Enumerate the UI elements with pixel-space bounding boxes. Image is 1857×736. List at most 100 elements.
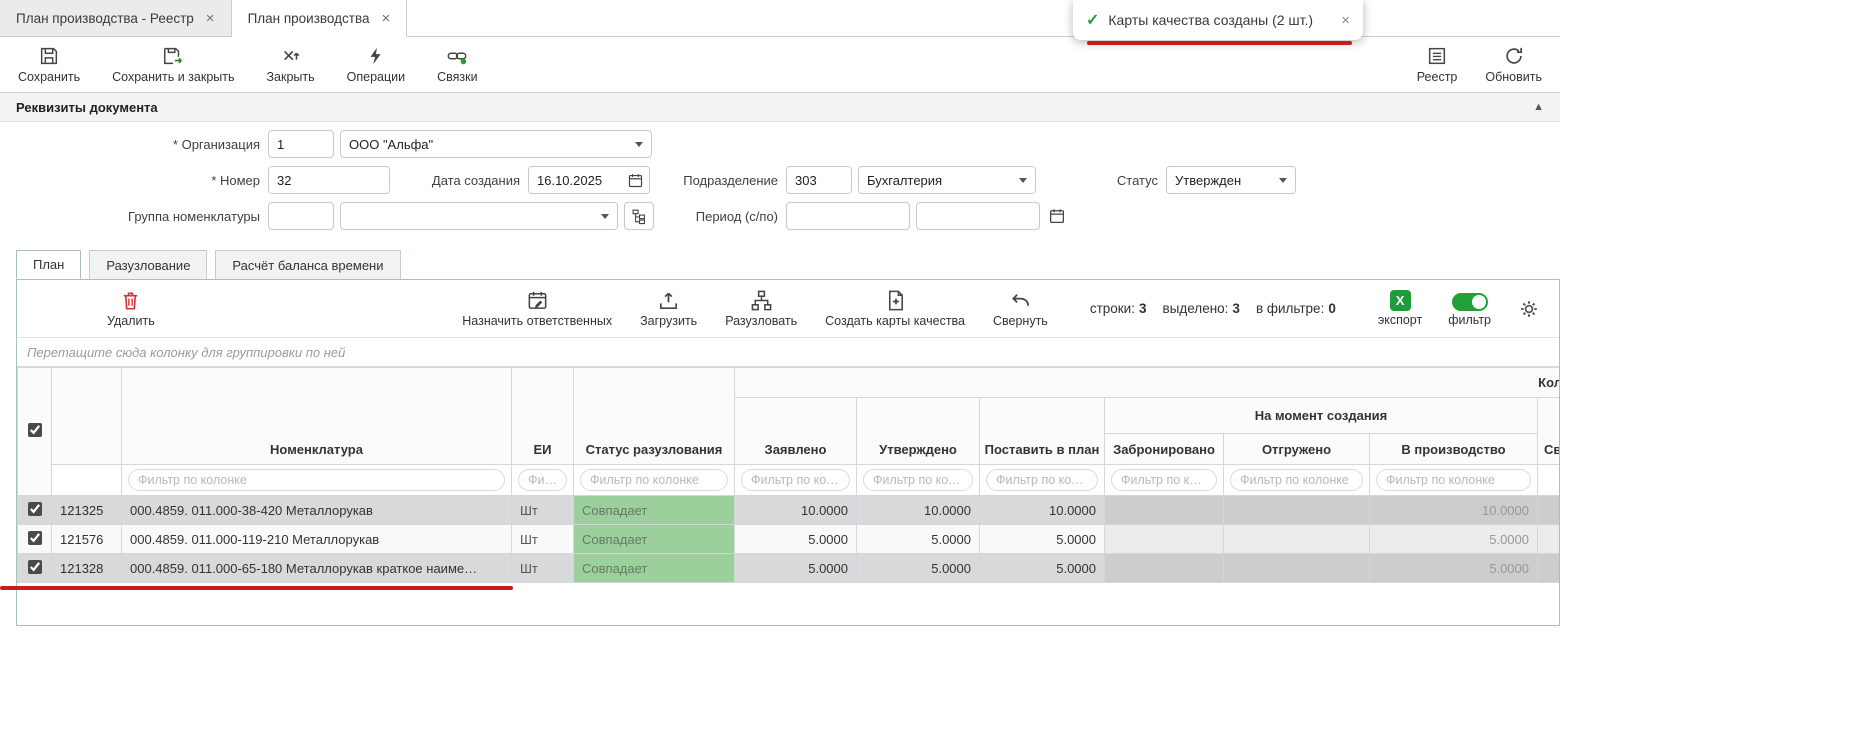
- tab-label: План производства - Реестр: [16, 11, 194, 26]
- refresh-button[interactable]: Обновить: [1485, 45, 1542, 84]
- division-code-field[interactable]: [786, 166, 852, 194]
- row-checkbox[interactable]: [28, 531, 42, 545]
- nomenclature-group-label: Группа номенклатуры: [0, 209, 268, 224]
- row-checkbox[interactable]: [28, 502, 42, 516]
- reserved-filter-input[interactable]: [1111, 469, 1217, 491]
- unit-filter-input[interactable]: [518, 469, 567, 491]
- reserved-column-header[interactable]: Забронировано: [1105, 434, 1224, 465]
- calendar-icon[interactable]: [627, 172, 644, 189]
- shipped-filter-input[interactable]: [1230, 469, 1363, 491]
- approved-filter-input[interactable]: [863, 469, 973, 491]
- table-row[interactable]: 121325 000.4859. 011.000-38-420 Металлор…: [18, 496, 1560, 525]
- chevron-down-icon: [1019, 178, 1027, 183]
- row-shipped: [1224, 496, 1370, 525]
- close-icon[interactable]: ×: [1341, 12, 1350, 29]
- explosion-status-filter-input[interactable]: [580, 469, 728, 491]
- approved-column-header[interactable]: Утверждено: [857, 398, 980, 465]
- nomenclature-column-header[interactable]: Номенклатура: [122, 368, 512, 465]
- row-cut-cell: [1538, 554, 1560, 583]
- row-to-plan: 10.0000: [980, 496, 1105, 525]
- links-button[interactable]: Связки: [437, 45, 477, 84]
- registry-button[interactable]: Реестр: [1417, 45, 1458, 84]
- in-production-column-header[interactable]: В производство: [1370, 434, 1538, 465]
- requisites-title: Реквизиты документа: [16, 100, 158, 115]
- row-reserved: [1105, 496, 1224, 525]
- operations-icon: [365, 45, 387, 67]
- collapse-chevron-icon[interactable]: ▲: [1533, 101, 1544, 113]
- tab-time-balance[interactable]: Расчёт баланса времени: [215, 250, 400, 279]
- row-checkbox[interactable]: [28, 560, 42, 574]
- create-quality-cards-label: Создать карты качества: [825, 314, 965, 328]
- organization-code-field[interactable]: [268, 130, 334, 158]
- period-calendar-button[interactable]: [1048, 207, 1066, 225]
- explosion-status-column-header[interactable]: Статус разузлования: [574, 368, 735, 465]
- row-approved: 5.0000: [857, 554, 980, 583]
- table-row[interactable]: 121328 000.4859. 011.000-65-180 Металлор…: [18, 554, 1560, 583]
- period-from-field[interactable]: [786, 202, 910, 230]
- nomenclature-group-code-field[interactable]: [268, 202, 334, 230]
- close-icon[interactable]: ×: [381, 11, 390, 26]
- row-unit: Шт: [512, 496, 574, 525]
- operations-button[interactable]: Операции: [347, 45, 405, 84]
- load-button[interactable]: Загрузить: [640, 289, 697, 328]
- organization-select[interactable]: ООО "Альфа": [340, 130, 652, 158]
- tab-plan[interactable]: План: [16, 250, 81, 279]
- grid-stats: строки:3 выделено:3 в фильтре:0: [1090, 301, 1336, 316]
- close-button[interactable]: Закрыть: [267, 45, 315, 84]
- plan-panel: Удалить Назначить ответственных Загрузит…: [16, 279, 1560, 626]
- tree-icon: [631, 208, 648, 225]
- save-and-close-button[interactable]: Сохранить и закрыть: [112, 45, 234, 84]
- close-icon[interactable]: ×: [206, 11, 215, 26]
- organization-label: * Организация: [0, 137, 268, 152]
- collapse-button[interactable]: Свернуть: [993, 289, 1048, 328]
- select-all-checkbox[interactable]: [28, 423, 42, 437]
- division-value: Бухгалтерия: [867, 173, 942, 188]
- tab-explosion[interactable]: Разузлование: [89, 250, 207, 279]
- shipped-column-header[interactable]: Отгружено: [1224, 434, 1370, 465]
- tab-plan-registry[interactable]: План производства - Реестр ×: [0, 0, 232, 37]
- unit-column-header[interactable]: ЕИ: [512, 368, 574, 465]
- selected-count: выделено:3: [1163, 301, 1240, 316]
- create-quality-cards-button[interactable]: Создать карты качества: [825, 289, 965, 328]
- nomenclature-group-select[interactable]: [340, 202, 618, 230]
- period-to-field[interactable]: [916, 202, 1040, 230]
- explode-button[interactable]: Разузловать: [725, 289, 797, 328]
- organization-value: ООО "Альфа": [349, 137, 433, 152]
- nomenclature-tree-button[interactable]: [624, 202, 654, 230]
- row-declared: 10.0000: [735, 496, 857, 525]
- tab-plan-document[interactable]: План производства ×: [232, 0, 408, 37]
- toast-notification[interactable]: ✓ Карты качества созданы (2 шт.) ×: [1073, 0, 1363, 40]
- filter-label: фильтр: [1448, 313, 1491, 327]
- row-declared: 5.0000: [735, 554, 857, 583]
- requisites-header[interactable]: Реквизиты документа ▲: [0, 93, 1560, 122]
- number-field[interactable]: [268, 166, 390, 194]
- save-button[interactable]: Сохранить: [18, 45, 80, 84]
- filter-toggle-button[interactable]: фильтр: [1448, 291, 1491, 327]
- status-select[interactable]: Утвержден: [1166, 166, 1296, 194]
- row-reserved: [1105, 525, 1224, 554]
- annotation-underline-toast: [1087, 41, 1352, 45]
- row-in-production: 10.0000: [1370, 496, 1538, 525]
- id-column-header[interactable]: [52, 368, 122, 465]
- nomenclature-filter-input[interactable]: [128, 469, 505, 491]
- to-plan-filter-input[interactable]: [986, 469, 1098, 491]
- row-nomenclature: 000.4859. 011.000-119-210 Металлорукав: [122, 525, 512, 554]
- declared-column-header[interactable]: Заявлено: [735, 398, 857, 465]
- cut-column-header[interactable]: Св: [1538, 398, 1560, 465]
- group-by-hint[interactable]: Перетащите сюда колонку для группировки …: [17, 338, 1559, 367]
- select-all-header: [18, 368, 52, 496]
- table-row[interactable]: 121576 000.4859. 011.000-119-210 Металло…: [18, 525, 1560, 554]
- row-cut-cell: [1538, 496, 1560, 525]
- declared-filter-input[interactable]: [741, 469, 850, 491]
- rows-count: строки:3: [1090, 301, 1147, 316]
- row-explosion-status: Совпадает: [574, 525, 735, 554]
- assign-responsible-button[interactable]: Назначить ответственных: [462, 289, 612, 328]
- in-production-filter-input[interactable]: [1376, 469, 1531, 491]
- division-select[interactable]: Бухгалтерия: [858, 166, 1036, 194]
- delete-button[interactable]: Удалить: [107, 289, 155, 328]
- export-button[interactable]: X экспорт: [1378, 290, 1422, 327]
- grid-settings-button[interactable]: [1517, 297, 1541, 321]
- to-plan-column-header[interactable]: Поставить в план: [980, 398, 1105, 465]
- period-label: Период (с/по): [654, 209, 786, 224]
- toggle-on-icon[interactable]: [1452, 293, 1488, 311]
